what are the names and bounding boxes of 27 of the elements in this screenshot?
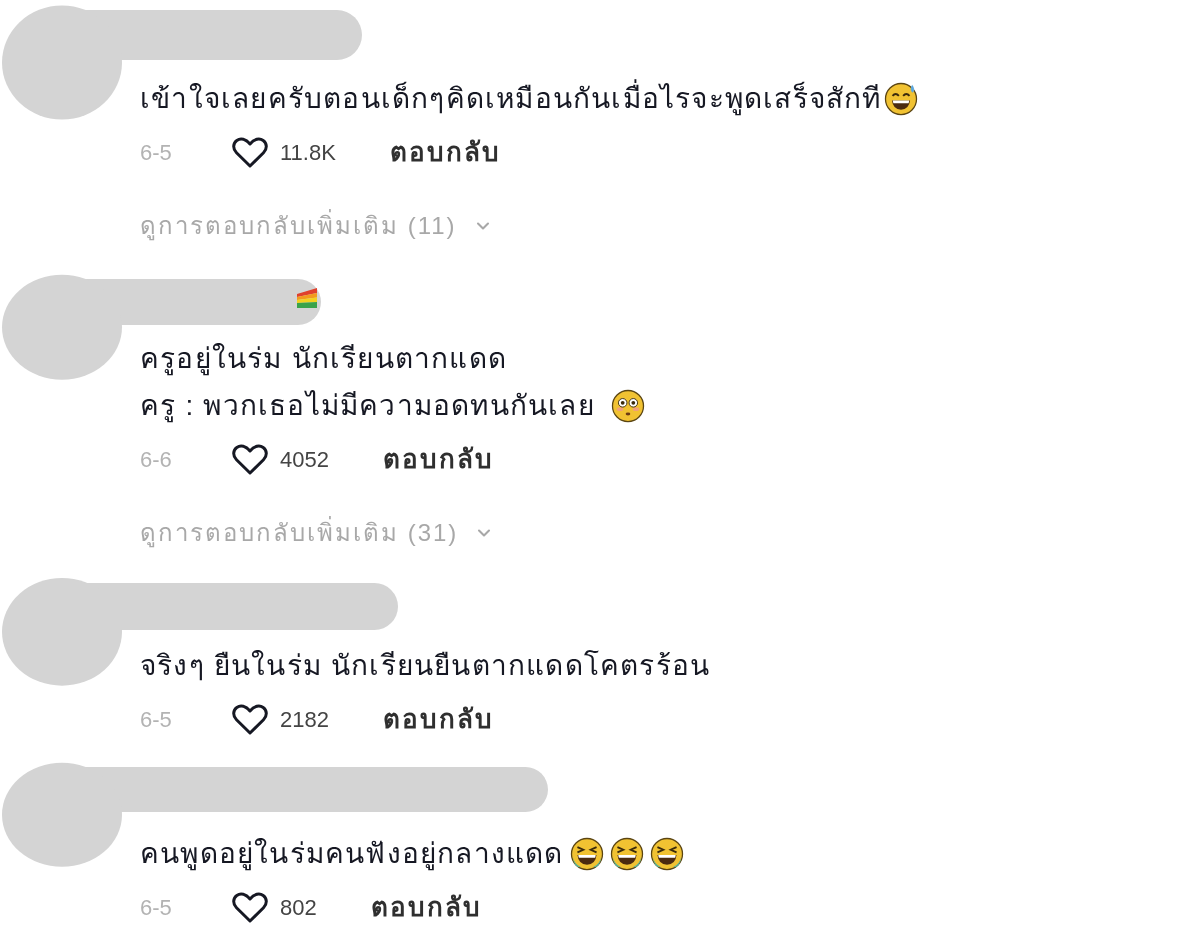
flushed-face-emoji-icon [610, 388, 645, 423]
heart-icon[interactable] [232, 703, 268, 735]
comment-date: 6-5 [140, 138, 173, 167]
comment-text: เข้าใจเลยครับตอนเด็กๆคิดเหมือนกันเมื่อไรจะพูดเสร็จสักที [140, 75, 882, 122]
reply-button[interactable]: ตอบกลับ [389, 132, 501, 172]
rainbow-flag-icon [295, 288, 319, 308]
laughing-face-emoji-icon [609, 836, 644, 871]
laughing-face-emoji-icon [649, 836, 684, 871]
heart-icon[interactable] [232, 443, 268, 475]
heart-icon[interactable] [232, 891, 268, 923]
comment-date: 6-5 [140, 705, 173, 734]
comment-text: ครู : พวกเธอไม่มีความอดทนกันเลย [140, 389, 595, 425]
heart-icon[interactable] [232, 136, 268, 168]
comment-date: 6-6 [140, 445, 173, 474]
reply-button[interactable]: ตอบกลับ [382, 699, 494, 739]
reply-button[interactable]: ตอบกลับ [370, 887, 482, 927]
sweat-smile-emoji-icon [883, 81, 918, 116]
comment-date: 6-5 [140, 893, 173, 922]
laughing-face-emoji-icon [569, 836, 604, 871]
reply-button[interactable]: ตอบกลับ [382, 439, 494, 479]
like-count: 4052 [280, 445, 329, 474]
comment-text: ครูอยู่ในร่ม นักเรียนตากแดด [140, 342, 507, 378]
comment-text: คนพูดอยู่ในร่มคนฟังอยู่กลางแดด [140, 837, 564, 873]
comment-text: จริงๆ ยืนในร่ม นักเรียนยืนตากแดดโคตรร้อน [140, 649, 711, 683]
like-count: 11.8K [280, 138, 336, 167]
like-count: 802 [280, 893, 317, 922]
like-count: 2182 [280, 705, 329, 734]
